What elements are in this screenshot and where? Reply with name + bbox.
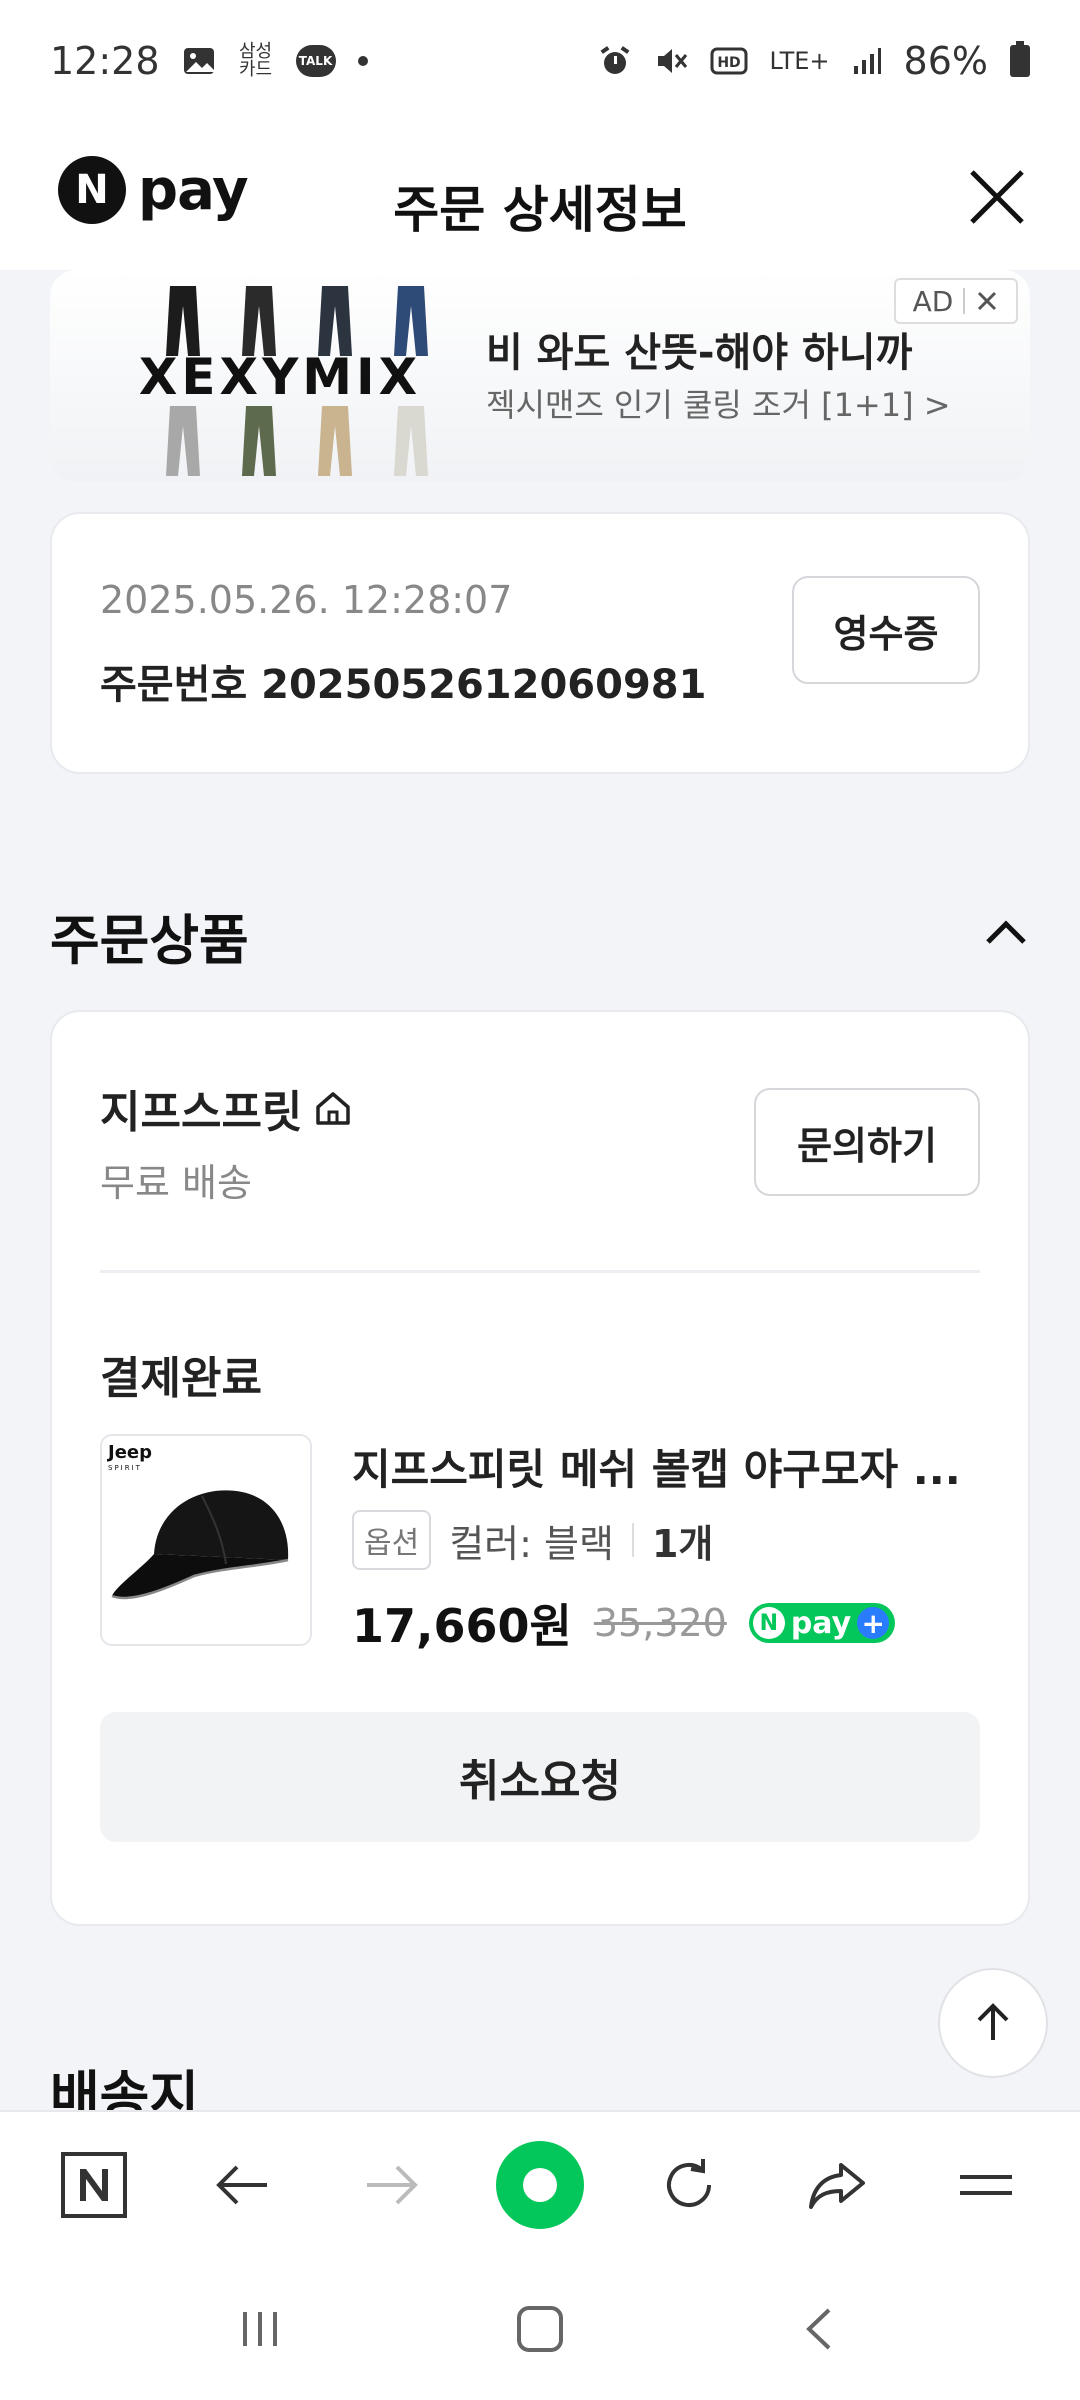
browser-toolbar xyxy=(0,2110,1080,2258)
receipt-button[interactable]: 영수증 xyxy=(792,576,980,684)
ad-brand-text: XEXYMIX xyxy=(139,348,421,406)
ad-badge-divider xyxy=(963,288,966,314)
payment-status: 결제완료 xyxy=(100,1353,262,1404)
option-separator xyxy=(631,1523,634,1557)
signal-icon xyxy=(852,46,882,76)
hd-voice-icon: HD xyxy=(710,46,748,76)
ad-badge[interactable]: AD xyxy=(894,278,1018,324)
samsung-card-icon: 삼성 카드 xyxy=(238,41,273,80)
android-nav-bar xyxy=(0,2258,1080,2400)
ad-label: AD xyxy=(912,284,954,318)
home-icon xyxy=(316,1092,351,1125)
pants-top-row xyxy=(166,286,428,356)
recent-apps-button[interactable] xyxy=(215,2284,305,2374)
arrow-left-icon xyxy=(216,2165,267,2205)
thumb-brand: Jeep xyxy=(106,1442,152,1463)
order-info-card: 2025.05.26. 12:28:07 주문번호 20250526120609… xyxy=(50,512,1030,774)
original-price: 35,320 xyxy=(593,1601,727,1645)
status-bar: 12:28 삼성 카드 TALK HD LTE+ 86% xyxy=(0,0,1080,122)
product-card: 지프스프릿 무료 배송 문의하기 결제완료 Jeep SPIRIT 지프스피릿 … xyxy=(50,1010,1030,1926)
order-datetime: 2025.05.26. 12:28:07 xyxy=(100,578,513,622)
battery-icon xyxy=(1010,41,1030,77)
plus-icon: + xyxy=(857,1607,890,1640)
share-icon xyxy=(809,2163,866,2209)
seller-name: 지프스프릿 xyxy=(100,1087,303,1138)
gallery-icon xyxy=(182,44,216,78)
shipping-note: 무료 배송 xyxy=(100,1161,252,1205)
notification-dot-icon xyxy=(357,56,368,66)
npay-plus-badge: N pay + xyxy=(748,1603,896,1643)
collapse-button[interactable] xyxy=(978,904,1034,960)
back-button[interactable] xyxy=(198,2140,288,2230)
mute-icon xyxy=(654,44,688,78)
page-title: 주문 상세정보 xyxy=(393,181,687,239)
pants-bottom-row xyxy=(166,406,428,476)
ad-banner[interactable]: XEXYMIX 비 와도 산뜻-해야 하니까 젝시맨즈 인기 쿨링 조거 [1+… xyxy=(50,270,1030,482)
npay-badge-label: pay xyxy=(790,1605,852,1641)
arrow-up-icon xyxy=(977,2003,1009,2040)
thumb-brand-sub: SPIRIT xyxy=(108,1464,142,1472)
section-title-order-items: 주문상품 xyxy=(50,909,249,972)
close-icon xyxy=(970,170,1024,224)
refresh-button[interactable] xyxy=(644,2140,734,2230)
cancel-request-button[interactable]: 취소요청 xyxy=(100,1712,980,1842)
battery-percent: 86% xyxy=(903,39,988,83)
npay-badge-n-icon: N xyxy=(752,1607,785,1639)
product-title[interactable]: 지프스피릿 메쉬 볼캡 야구모자 ... xyxy=(352,1436,992,1497)
home-square-icon xyxy=(517,2306,563,2352)
option-tag: 옵션 xyxy=(352,1510,432,1570)
seller-link[interactable]: 지프스프릿 xyxy=(100,1076,354,1140)
ad-image: XEXYMIX xyxy=(100,276,460,476)
option-value: 컬러: 블랙 xyxy=(449,1521,614,1566)
green-dot-button[interactable] xyxy=(495,2140,585,2230)
chevron-left-icon xyxy=(806,2308,831,2350)
home-nav-button[interactable] xyxy=(495,2284,585,2374)
scroll-top-button[interactable] xyxy=(938,1968,1048,2078)
close-button[interactable] xyxy=(962,162,1032,232)
sale-price: 17,660원 xyxy=(352,1599,572,1653)
network-type-label: LTE+ xyxy=(769,47,830,75)
alarm-icon xyxy=(598,44,632,78)
status-time: 12:28 xyxy=(50,39,160,83)
quantity: 1개 xyxy=(651,1521,714,1566)
status-left: 12:28 삼성 카드 TALK xyxy=(50,39,368,83)
naver-home-button[interactable] xyxy=(49,2140,139,2230)
kakaotalk-icon: TALK xyxy=(295,45,336,77)
svg-text:HD: HD xyxy=(717,55,740,71)
inquiry-button[interactable]: 문의하기 xyxy=(754,1088,980,1196)
hamburger-icon xyxy=(959,2175,1012,2195)
green-dot-icon xyxy=(495,2141,584,2229)
order-number: 주문번호 2025052612060981 xyxy=(100,662,707,708)
price-row: 17,660원 35,320 N pay + xyxy=(352,1590,896,1656)
status-right: HD LTE+ 86% xyxy=(598,39,1030,83)
product-thumbnail[interactable]: Jeep SPIRIT xyxy=(100,1434,312,1646)
divider xyxy=(100,1270,980,1273)
arrow-right-icon xyxy=(367,2165,419,2205)
menu-button[interactable] xyxy=(941,2140,1031,2230)
refresh-icon xyxy=(666,2159,711,2207)
ad-close-icon[interactable] xyxy=(975,289,999,313)
recent-apps-icon xyxy=(243,2312,277,2346)
forward-button[interactable] xyxy=(346,2140,436,2230)
back-nav-button[interactable] xyxy=(775,2284,865,2374)
ad-headline: 비 와도 산뜻-해야 하니까 xyxy=(486,330,913,376)
option-row: 옵션 컬러: 블랙 1개 xyxy=(352,1510,713,1570)
ad-subtext: 젝시맨즈 인기 쿨링 조거 [1+1] > xyxy=(486,386,951,424)
chevron-up-icon xyxy=(986,920,1026,944)
header: N pay 주문 상세정보 xyxy=(0,122,1080,270)
naver-n-icon xyxy=(61,2152,128,2218)
share-button[interactable] xyxy=(792,2140,882,2230)
